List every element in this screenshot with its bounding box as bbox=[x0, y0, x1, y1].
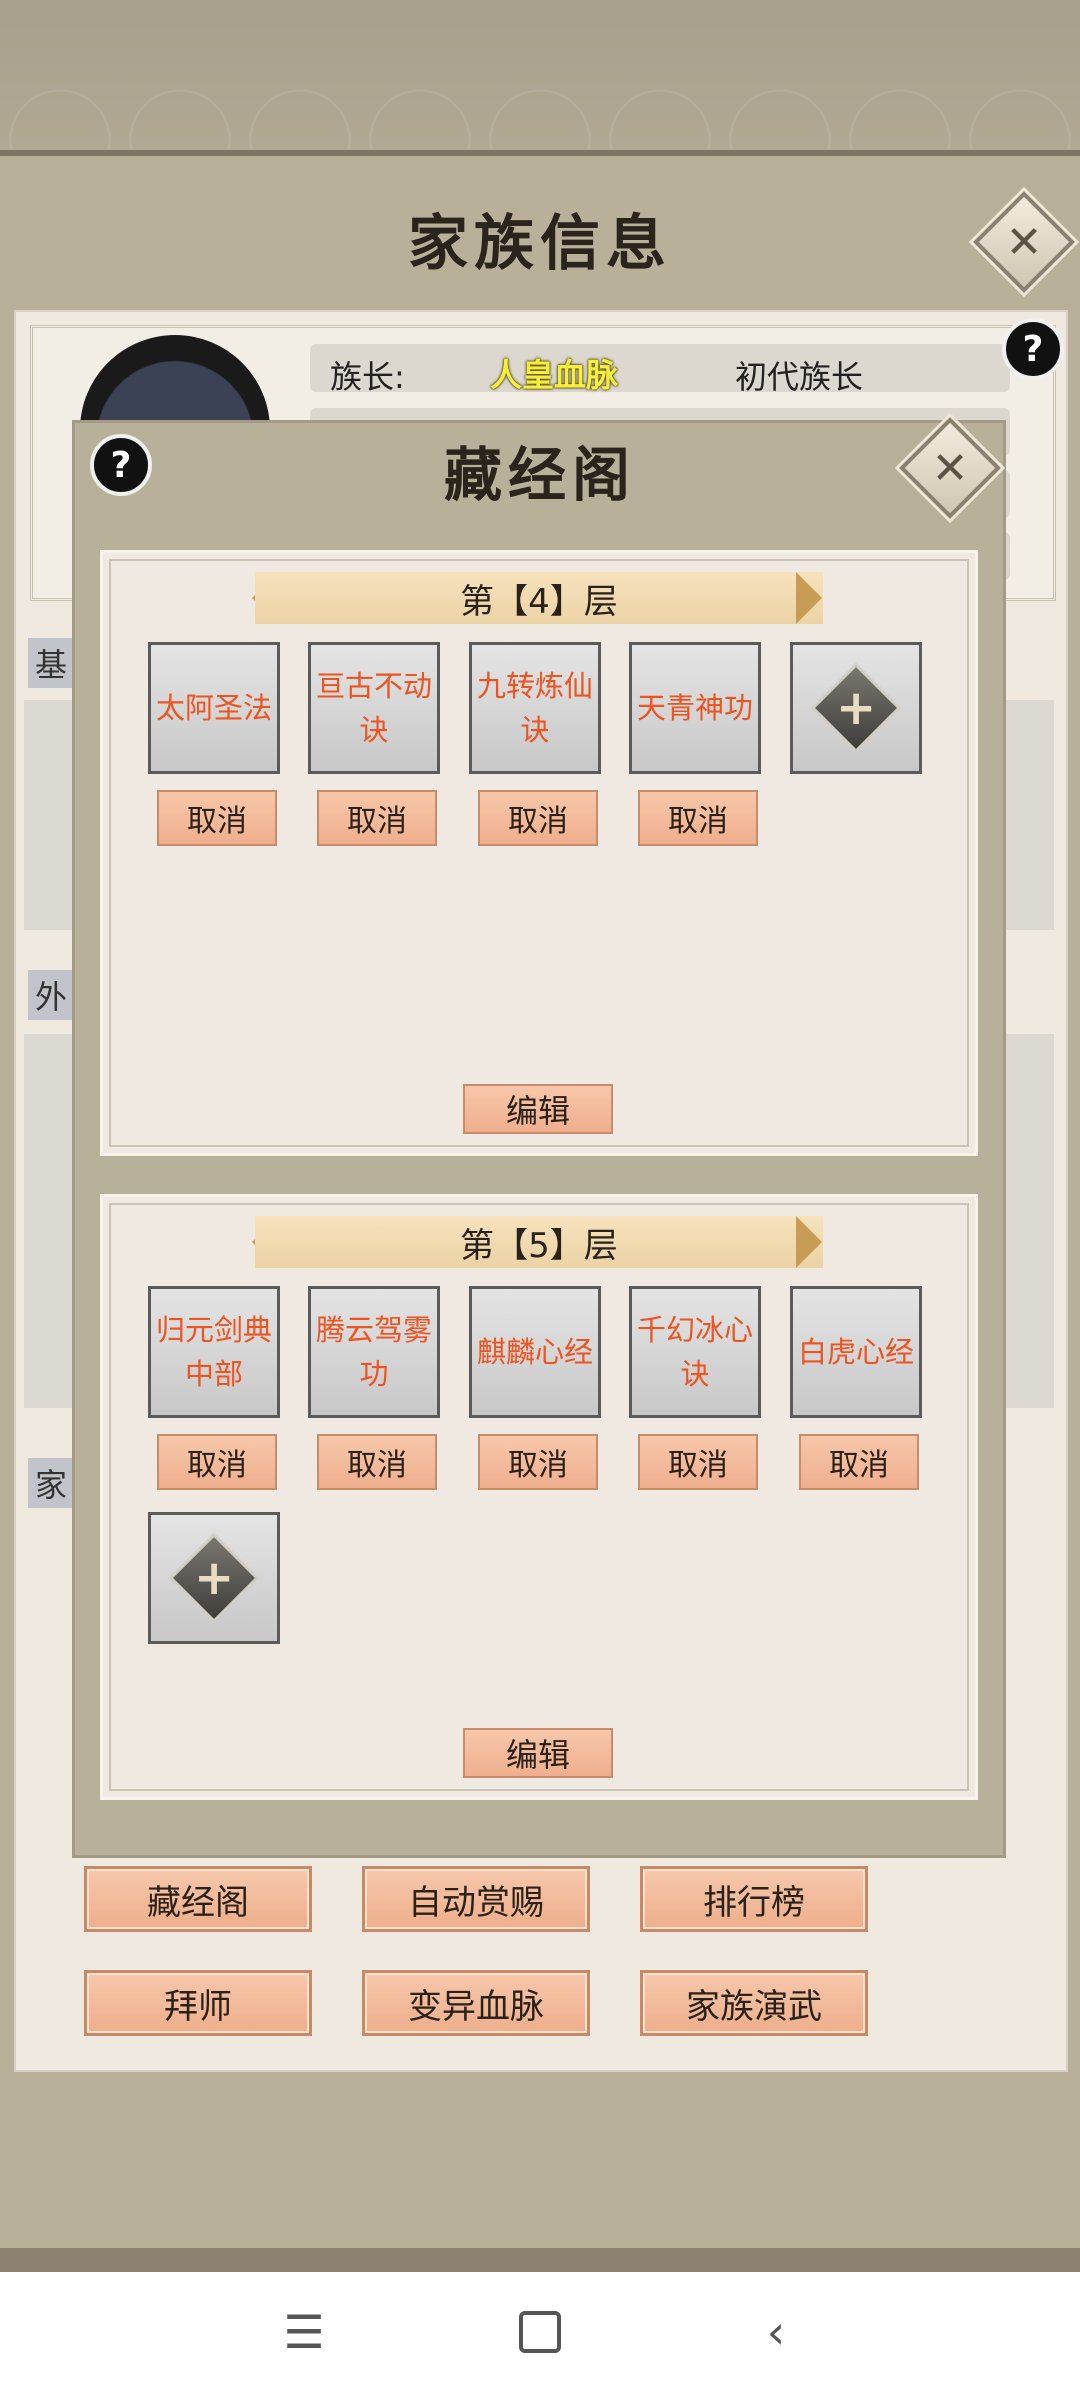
floor-card-5 bbox=[100, 1194, 978, 1800]
leader-title: 初代族长 bbox=[735, 358, 864, 396]
cancel-button[interactable]: 取消 bbox=[478, 790, 598, 846]
technique-slot[interactable]: 麒麟心经 bbox=[469, 1286, 601, 1418]
technique-slot[interactable]: 白虎心经 bbox=[790, 1286, 922, 1418]
cancel-button[interactable]: 取消 bbox=[317, 790, 437, 846]
leader-row bbox=[310, 344, 1010, 392]
cancel-button[interactable]: 取消 bbox=[638, 1434, 758, 1490]
menu-icon[interactable]: ☰ bbox=[274, 2302, 334, 2362]
close-icon: ✕ bbox=[1005, 216, 1043, 268]
technique-slot[interactable]: 腾云驾雾功 bbox=[308, 1286, 440, 1418]
technique-slot[interactable]: 天青神功 bbox=[629, 642, 761, 774]
auto-reward-button[interactable]: 自动赏赐 bbox=[362, 1866, 590, 1932]
bottom-decoration bbox=[0, 2248, 1080, 2272]
home-icon[interactable] bbox=[510, 2302, 570, 2362]
technique-slot[interactable]: 归元剑典中部 bbox=[148, 1286, 280, 1418]
section-tag-family: 家 bbox=[28, 1458, 74, 1508]
page-title: 家族信息 bbox=[408, 209, 672, 279]
section-tag-external: 外 bbox=[28, 970, 74, 1020]
cancel-button[interactable]: 取消 bbox=[157, 790, 277, 846]
section-tag-basic: 基 bbox=[28, 638, 74, 688]
system-navigation-bar: ☰ ‹ bbox=[0, 2272, 1080, 2400]
technique-slot[interactable]: 九转炼仙诀 bbox=[469, 642, 601, 774]
floor-header-5: 第【5】层 bbox=[255, 1216, 823, 1268]
modal-help-button[interactable]: ? bbox=[90, 434, 152, 496]
next-floor-arrow[interactable] bbox=[796, 1216, 822, 1268]
mutant-bloodline-button[interactable]: 变异血脉 bbox=[362, 1970, 590, 2036]
next-floor-arrow[interactable] bbox=[796, 572, 822, 624]
technique-slot[interactable]: 千幻冰心诀 bbox=[629, 1286, 761, 1418]
leader-label: 族长: bbox=[330, 358, 405, 396]
back-icon[interactable]: ‹ bbox=[746, 2302, 806, 2362]
ranking-button[interactable]: 排行榜 bbox=[640, 1866, 868, 1932]
add-technique-button[interactable]: + bbox=[790, 642, 922, 774]
edit-floor-button[interactable]: 编辑 bbox=[463, 1728, 613, 1778]
family-help-button[interactable]: ? bbox=[1002, 318, 1064, 380]
cancel-button[interactable]: 取消 bbox=[478, 1434, 598, 1490]
cancel-button[interactable]: 取消 bbox=[157, 1434, 277, 1490]
technique-slot[interactable]: 亘古不动诀 bbox=[308, 642, 440, 774]
technique-slot[interactable]: 太阿圣法 bbox=[148, 642, 280, 774]
close-icon: ✕ bbox=[931, 442, 969, 494]
cancel-button[interactable]: 取消 bbox=[638, 790, 758, 846]
apprentice-button[interactable]: 拜师 bbox=[84, 1970, 312, 2036]
add-technique-button[interactable]: + bbox=[148, 1512, 280, 1644]
family-drill-button[interactable]: 家族演武 bbox=[640, 1970, 868, 2036]
leader-name[interactable]: 人皇血脉 bbox=[490, 350, 618, 396]
cancel-button[interactable]: 取消 bbox=[317, 1434, 437, 1490]
edit-floor-button[interactable]: 编辑 bbox=[463, 1084, 613, 1134]
top-decoration bbox=[0, 0, 1080, 156]
floor-header-4: 第【4】层 bbox=[255, 572, 823, 624]
cancel-button[interactable]: 取消 bbox=[799, 1434, 919, 1490]
plus-icon: + bbox=[168, 1532, 260, 1624]
scripture-pavilion-button[interactable]: 藏经阁 bbox=[84, 1866, 312, 1932]
plus-icon: + bbox=[810, 662, 902, 754]
floor-card-4 bbox=[100, 550, 978, 1156]
